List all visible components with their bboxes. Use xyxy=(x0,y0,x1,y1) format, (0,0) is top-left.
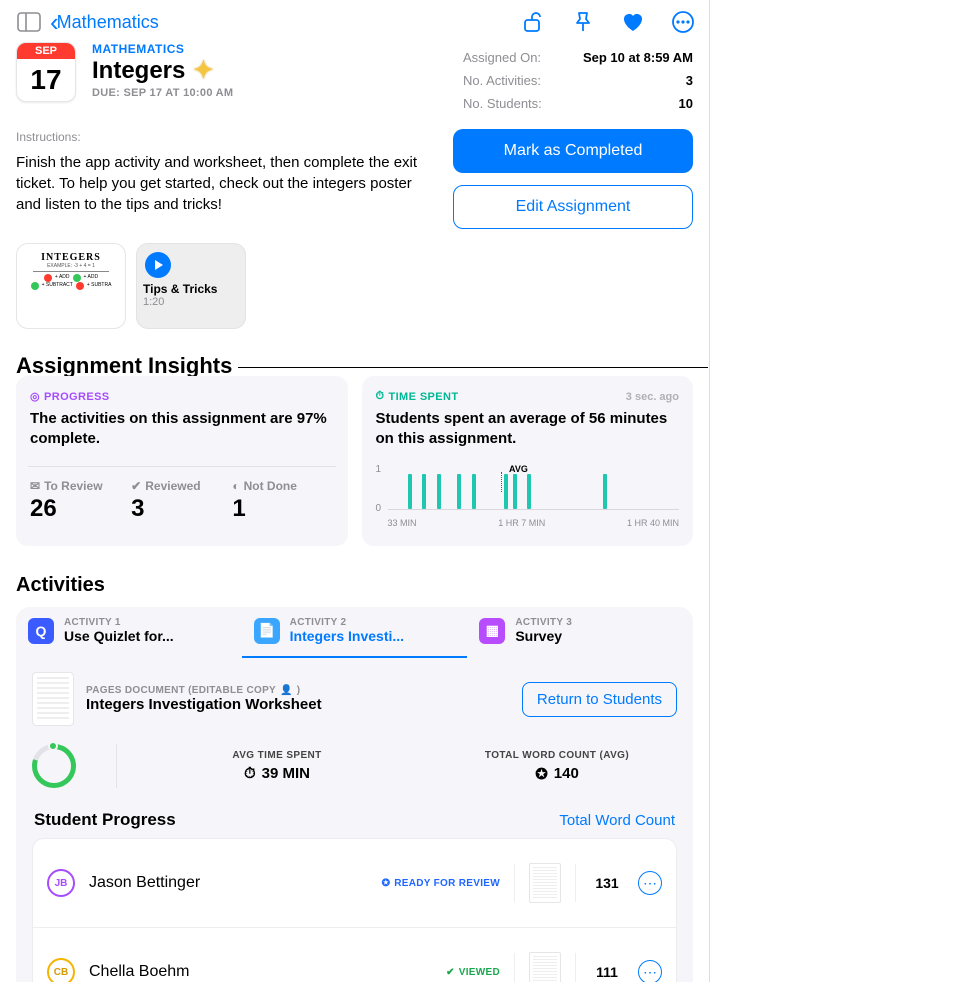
attachment-video[interactable]: Tips & Tricks 1:20 xyxy=(136,243,246,329)
inbox-icon: ✉ xyxy=(30,479,40,493)
back-button[interactable]: ‹ Mathematics xyxy=(50,9,159,35)
meta-activities-label: No. Activities: xyxy=(463,73,541,88)
student-name: Chella Boehm xyxy=(89,963,432,981)
assignment-title: Integers ✦ xyxy=(92,56,233,85)
attachment-poster[interactable]: INTEGERS EXAMPLE: -3 + 4 = 1 + ADD+ ADD … xyxy=(16,243,126,329)
edit-assignment-button[interactable]: Edit Assignment xyxy=(453,185,693,229)
activities-heading: Activities xyxy=(16,574,693,597)
student-row[interactable]: JB Jason Bettinger ✪ READY FOR REVIEW 13… xyxy=(33,839,676,928)
submission-thumbnail[interactable] xyxy=(529,952,561,982)
video-duration: 1:20 xyxy=(143,296,239,308)
calendar-day: 17 xyxy=(17,59,75,101)
survey-icon: ▦ xyxy=(479,618,505,644)
word-count: 111 xyxy=(590,964,624,980)
mark-completed-button[interactable]: Mark as Completed xyxy=(453,129,693,173)
back-label: Mathematics xyxy=(57,12,159,33)
time-spent-card[interactable]: ⏱ TIME SPENT 3 sec. ago Students spent a… xyxy=(362,376,694,546)
document-thumbnail[interactable] xyxy=(32,672,74,726)
avg-time-label: AVG TIME SPENT xyxy=(157,750,397,761)
badge-icon: ✪ xyxy=(535,765,548,783)
avg-words-label: TOTAL WORD COUNT (AVG) xyxy=(437,750,677,761)
word-count: 131 xyxy=(590,875,624,891)
status-badge: ✔ VIEWED xyxy=(446,967,500,978)
half-circle-icon: ◐ xyxy=(232,479,239,493)
quizlet-icon: Q xyxy=(28,618,54,644)
video-title: Tips & Tricks xyxy=(143,282,239,296)
play-icon xyxy=(145,252,171,278)
row-more-button[interactable]: ⋯ xyxy=(638,871,662,895)
meta-activities-value: 3 xyxy=(686,73,693,88)
student-progress-heading: Student Progress xyxy=(34,810,176,830)
time-chart: 1 0 AVG 33 MIN 1 xyxy=(376,466,680,526)
student-row[interactable]: CB Chella Boehm ✔ VIEWED 111 ⋯ xyxy=(33,928,676,982)
more-icon[interactable] xyxy=(671,10,695,34)
student-name: Jason Bettinger xyxy=(89,874,368,892)
target-icon: ◎ xyxy=(30,390,40,403)
clock-icon: ⏱ xyxy=(376,390,385,403)
assignment-category: MATHEMATICS xyxy=(92,42,233,56)
submission-thumbnail[interactable] xyxy=(529,863,561,903)
time-badge: ⏱ TIME SPENT xyxy=(376,390,459,403)
calendar-badge: SEP 17 xyxy=(16,42,76,102)
avg-words-value: 140 xyxy=(554,765,579,782)
tab-activity-1[interactable]: Q ACTIVITY 1 Use Quizlet for... xyxy=(16,607,242,658)
document-name: Integers Investigation Worksheet xyxy=(86,696,322,713)
tab-activity-2[interactable]: 📄 ACTIVITY 2 Integers Investi... xyxy=(242,607,468,658)
tab-activity-3[interactable]: ▦ ACTIVITY 3 Survey xyxy=(467,607,693,658)
assignment-due: DUE: SEP 17 AT 10:00 AM xyxy=(92,87,233,99)
not-done-count: 1 xyxy=(232,495,333,523)
meta-students-label: No. Students: xyxy=(463,96,542,111)
callout-line-insights xyxy=(238,367,708,368)
check-circle-icon: ✔ xyxy=(446,967,455,978)
status-badge: ✪ READY FOR REVIEW xyxy=(382,878,500,889)
heart-icon[interactable] xyxy=(621,10,645,34)
reviewed-count: 3 xyxy=(131,495,232,523)
document-type: PAGES DOCUMENT (EDITABLE COPY 👤 ) xyxy=(86,685,322,696)
meta-students-value: 10 xyxy=(679,96,693,111)
time-text: Students spent an average of 56 minutes … xyxy=(376,409,680,448)
avg-time-value: 39 MIN xyxy=(262,765,310,782)
avatar: JB xyxy=(47,869,75,897)
pages-icon: 📄 xyxy=(254,618,280,644)
to-review-count: 26 xyxy=(30,495,131,523)
progress-card[interactable]: ◎ PROGRESS The activities on this assign… xyxy=(16,376,348,546)
row-more-button[interactable]: ⋯ xyxy=(638,960,662,982)
meta-assigned-value: Sep 10 at 8:59 AM xyxy=(583,50,693,65)
person-icon: 👤 xyxy=(280,685,293,696)
calendar-month: SEP xyxy=(17,43,75,59)
check-circle-icon: ✔ xyxy=(131,479,141,493)
assignment-meta: Assigned On: Sep 10 at 8:59 AM No. Activ… xyxy=(463,42,693,115)
arrow-up-circle-icon: ✪ xyxy=(382,878,391,889)
progress-text: The activities on this assignment are 97… xyxy=(30,409,334,448)
clock-icon: ⏱ xyxy=(244,765,256,782)
avatar: CB xyxy=(47,958,75,982)
pin-icon[interactable] xyxy=(571,10,595,34)
progress-badge: ◎ PROGRESS xyxy=(30,390,110,403)
sparkle-icon: ✦ xyxy=(193,56,213,85)
poster-heading: INTEGERS xyxy=(41,252,101,263)
instructions-label: Instructions: xyxy=(16,129,433,146)
return-to-students-button[interactable]: Return to Students xyxy=(522,682,677,717)
sidebar-toggle-icon[interactable] xyxy=(14,8,44,36)
lock-open-icon[interactable] xyxy=(521,10,545,34)
time-updated: 3 sec. ago xyxy=(626,391,679,403)
meta-assigned-label: Assigned On: xyxy=(463,50,541,65)
sort-menu[interactable]: Total Word Count xyxy=(559,812,675,829)
instructions-text: Finish the app activity and worksheet, t… xyxy=(16,152,433,215)
progress-ring: 80% xyxy=(32,744,76,788)
